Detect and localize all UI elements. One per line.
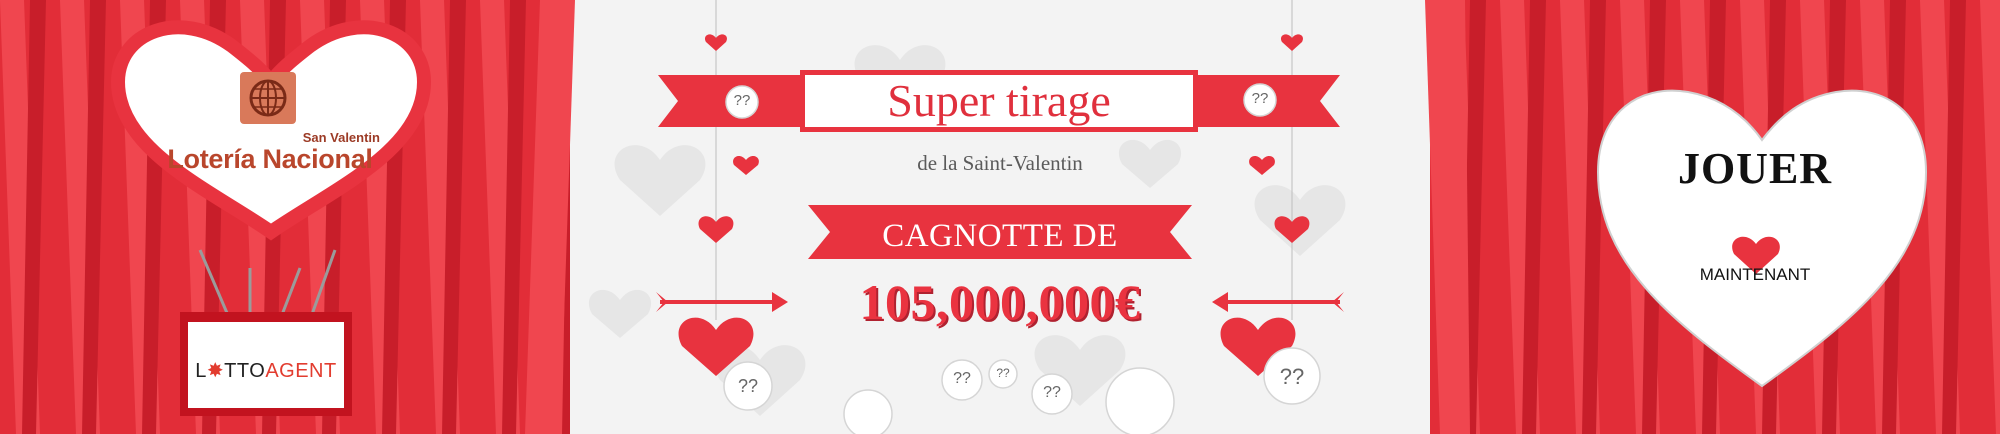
question-bubble: ?? xyxy=(733,92,751,109)
question-bubble: ?? xyxy=(1279,364,1305,389)
loteria-logo[interactable]: San Valentin Lotería Nacional xyxy=(148,52,392,230)
jackpot-amount: 105,000,000€ xyxy=(859,274,1141,330)
wordmark-suffix: AGENT xyxy=(265,360,337,382)
question-bubble: ?? xyxy=(953,370,971,387)
star-icon: ✸ xyxy=(206,360,225,382)
question-bubble: ?? xyxy=(1251,90,1269,107)
headline-title: Super tirage xyxy=(805,75,1193,127)
play-now-button[interactable]: JOUER xyxy=(1620,143,1890,194)
question-bubble: ?? xyxy=(737,376,759,396)
lotto-agent-wordmark: L✸TTOAGENT xyxy=(188,358,344,383)
lotto-agent-logo[interactable]: L✸TTOAGENT xyxy=(186,320,346,410)
question-bubble: ?? xyxy=(996,366,1010,380)
jackpot-label: CAGNOTTE DE xyxy=(882,218,1118,254)
wordmark-middle: TTO xyxy=(224,360,266,382)
promo-banner: San Valentin Lotería Nacional L✸TTOAGENT… xyxy=(0,0,2000,434)
brand-name: Lotería Nacional xyxy=(167,144,373,174)
play-now-label[interactable]: MAINTENANT xyxy=(1620,265,1890,285)
headline-subtitle: de la Saint-Valentin xyxy=(917,151,1083,175)
globe-icon xyxy=(240,72,296,124)
wordmark-prefix: L xyxy=(195,360,207,382)
question-bubble: ?? xyxy=(1043,384,1061,401)
brand-subtitle: San Valentin xyxy=(302,130,380,145)
